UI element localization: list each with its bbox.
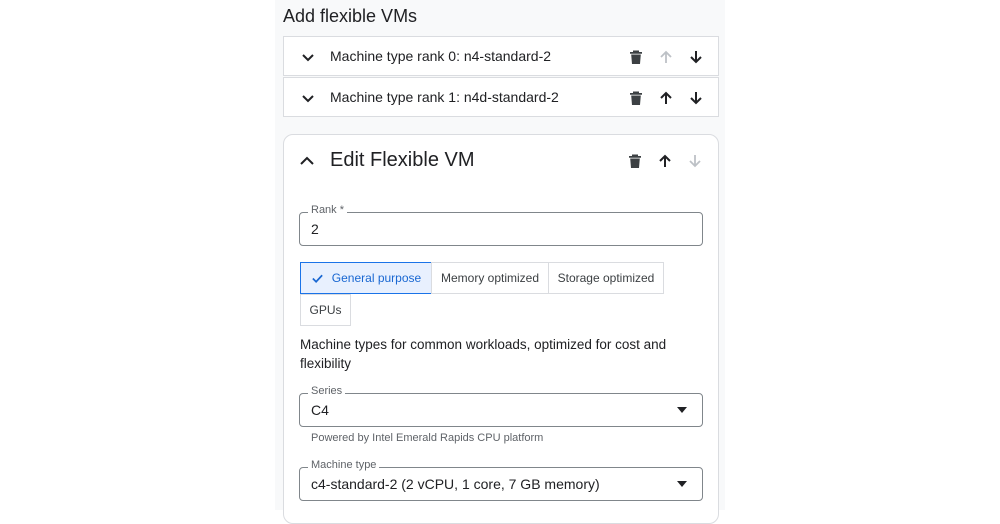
machine-type-select[interactable]: Machine type c4-standard-2 (2 vCPU, 1 co… bbox=[299, 459, 703, 501]
chevron-down-icon[interactable] bbox=[300, 49, 316, 65]
category-gpus-button[interactable]: GPUs bbox=[300, 294, 351, 326]
dropdown-arrow-icon[interactable] bbox=[677, 481, 687, 487]
category-label: General purpose bbox=[331, 271, 422, 285]
category-label: Storage optimized bbox=[557, 271, 655, 285]
rank-value[interactable]: 2 bbox=[311, 221, 319, 237]
delete-icon[interactable] bbox=[627, 48, 645, 66]
series-value: C4 bbox=[311, 402, 329, 418]
check-icon bbox=[312, 274, 323, 283]
rank-1-label: Machine type rank 1: n4d-standard-2 bbox=[330, 89, 559, 105]
move-down-icon[interactable] bbox=[687, 89, 705, 107]
chevron-down-icon[interactable] bbox=[300, 90, 316, 106]
rank-input[interactable]: Rank * 2 bbox=[299, 204, 703, 246]
chevron-up-icon[interactable] bbox=[298, 152, 316, 170]
rank-0-label: Machine type rank 0: n4-standard-2 bbox=[330, 48, 552, 64]
machine-type-rank-1-row[interactable]: Machine type rank 1: n4d-standard-2 bbox=[283, 77, 719, 117]
move-up-icon[interactable] bbox=[657, 48, 675, 66]
category-label: Memory optimized bbox=[440, 271, 540, 285]
machine-type-rank-0-row[interactable]: Machine type rank 0: n4-standard-2 bbox=[283, 36, 719, 76]
dropdown-arrow-icon[interactable] bbox=[677, 407, 687, 413]
delete-icon[interactable] bbox=[626, 152, 644, 170]
move-up-icon[interactable] bbox=[657, 89, 675, 107]
series-label: Series bbox=[308, 385, 346, 397]
series-hint: Powered by Intel Emerald Rapids CPU plat… bbox=[311, 432, 544, 444]
rank-label: Rank * bbox=[308, 204, 348, 216]
edit-title: Edit Flexible VM bbox=[330, 149, 475, 171]
delete-icon[interactable] bbox=[627, 89, 645, 107]
category-label: GPUs bbox=[309, 303, 342, 317]
machine-type-label: Machine type bbox=[308, 459, 380, 471]
category-description: Machine types for common workloads, opti… bbox=[300, 337, 667, 371]
machine-type-value: c4-standard-2 (2 vCPU, 1 core, 7 GB memo… bbox=[311, 476, 600, 492]
move-down-icon[interactable] bbox=[686, 152, 704, 170]
category-general-purpose-button[interactable]: General purpose bbox=[300, 262, 432, 294]
page-title: Add flexible VMs bbox=[283, 6, 418, 26]
series-select[interactable]: Series C4 bbox=[299, 385, 703, 427]
move-down-icon[interactable] bbox=[687, 48, 705, 66]
category-storage-optimized-button[interactable]: Storage optimized bbox=[548, 262, 664, 294]
move-up-icon[interactable] bbox=[656, 152, 674, 170]
category-memory-optimized-button[interactable]: Memory optimized bbox=[431, 262, 549, 294]
